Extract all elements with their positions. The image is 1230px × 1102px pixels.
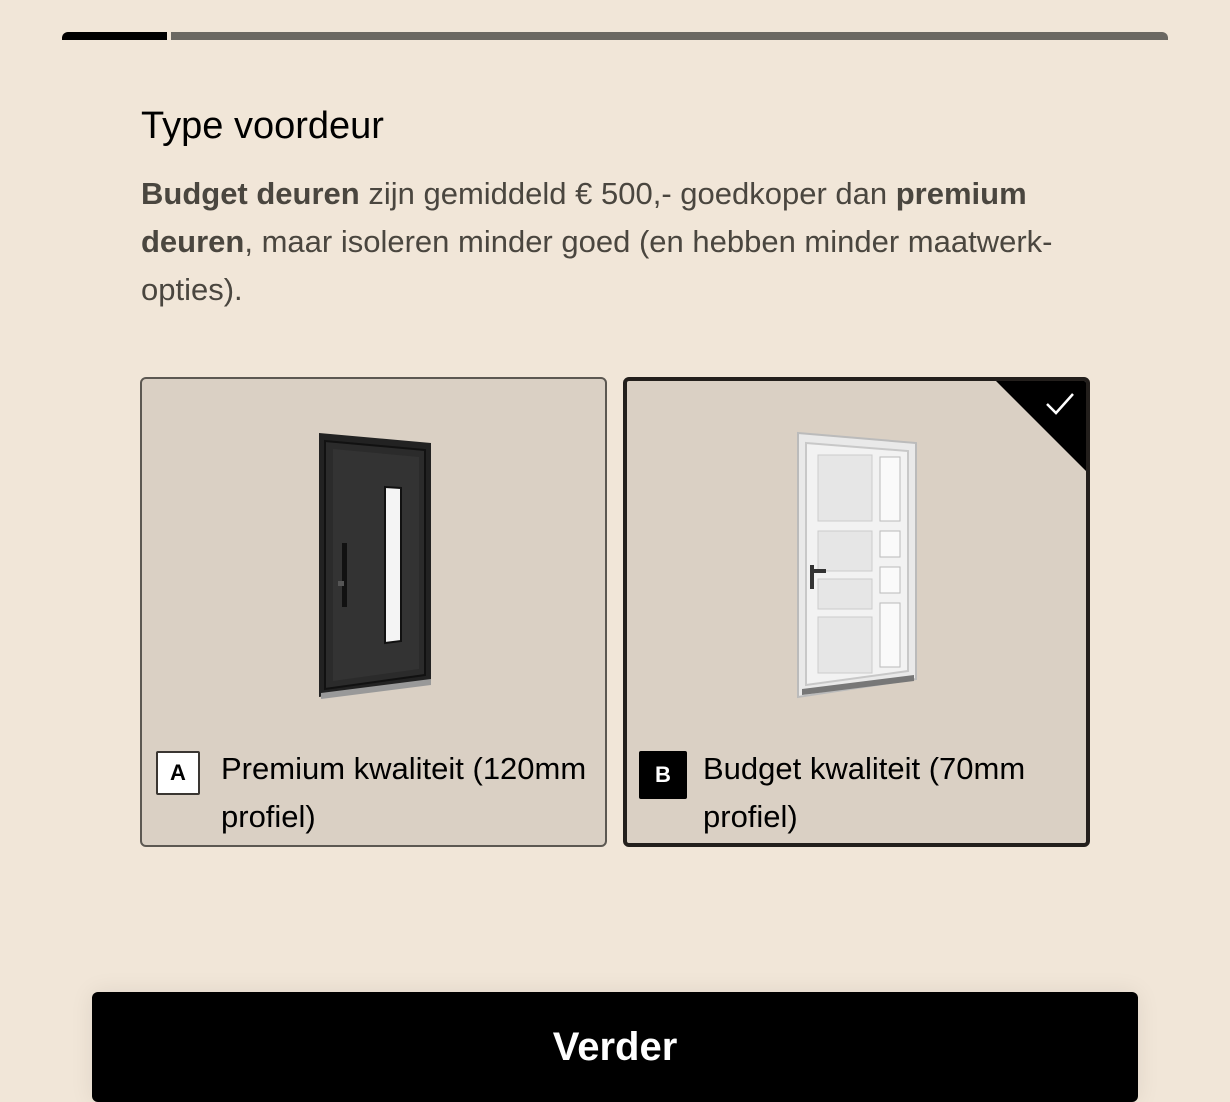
option-label-budget: Budget kwaliteit (70mm profiel) (703, 751, 1026, 834)
option-card-budget[interactable]: B Budget kwaliteit (70mm profiel) (623, 377, 1090, 847)
desc-bold-budget: Budget deuren (141, 176, 360, 211)
option-key-a: A (156, 751, 200, 795)
progress-fill (62, 32, 167, 40)
question-description: Budget deuren zijn gemiddeld € 500,- goe… (141, 170, 1101, 314)
desc-text-2: , maar isoleren minder goed (en hebben m… (141, 224, 1053, 307)
option-card-premium[interactable]: A Premium kwaliteit (120mm profiel) (140, 377, 607, 847)
option-key-b: B (639, 751, 687, 799)
dark-door-image (318, 433, 431, 699)
option-label-premium: Premium kwaliteit (120mm profiel) (221, 751, 587, 834)
white-door-image (796, 431, 917, 699)
desc-text-1: zijn gemiddeld € 500,- goedkoper dan (359, 176, 896, 211)
question-title: Type voordeur (141, 105, 384, 147)
progress-bar (62, 32, 1168, 40)
progress-track (171, 32, 1168, 40)
check-icon (1046, 393, 1074, 415)
